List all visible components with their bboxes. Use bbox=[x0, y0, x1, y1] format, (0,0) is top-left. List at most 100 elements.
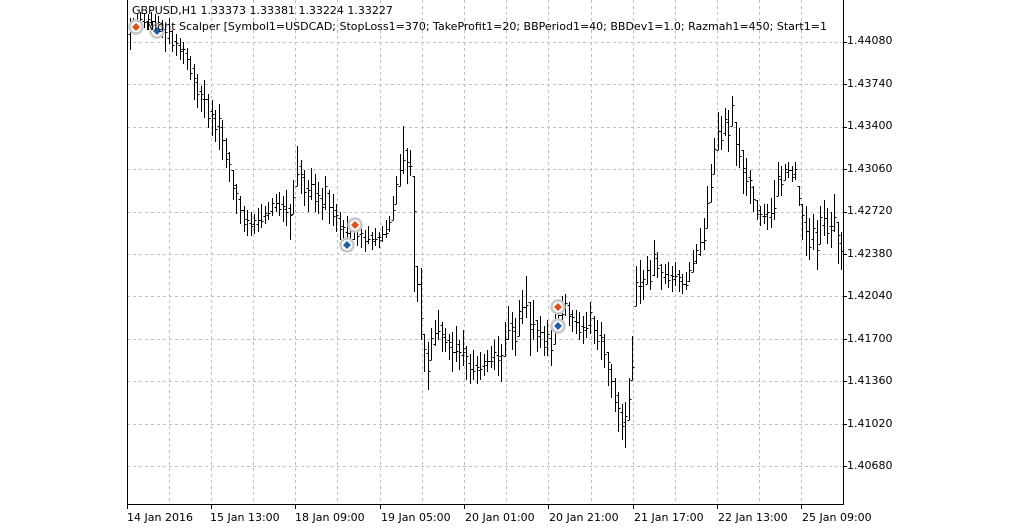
price-bar bbox=[316, 182, 321, 214]
price-label: 1.43400 bbox=[847, 119, 893, 132]
price-label: 1.43060 bbox=[847, 162, 893, 175]
price-bar bbox=[220, 120, 225, 160]
price-bar bbox=[616, 392, 621, 432]
price-bar bbox=[577, 312, 582, 340]
price-bar bbox=[238, 196, 243, 224]
price-label: 1.42040 bbox=[847, 289, 893, 302]
price-bar bbox=[492, 340, 497, 370]
price-bar bbox=[520, 290, 525, 324]
price-bar bbox=[807, 218, 812, 260]
price-bar bbox=[436, 310, 441, 340]
price-bar bbox=[380, 226, 385, 242]
price-bar bbox=[499, 344, 504, 382]
price-bar bbox=[170, 30, 175, 52]
price-bar bbox=[673, 262, 678, 286]
price-bar bbox=[705, 186, 710, 229]
price-bar bbox=[595, 320, 600, 350]
price-bar bbox=[394, 176, 399, 205]
price-bar bbox=[174, 34, 179, 56]
price-bar bbox=[206, 94, 211, 128]
time-label: 20 Jan 21:00 bbox=[549, 511, 619, 524]
price-bar bbox=[655, 252, 660, 278]
price-bar bbox=[719, 116, 724, 150]
price-bar bbox=[323, 176, 328, 210]
price-bar bbox=[181, 42, 186, 64]
price-bar bbox=[450, 332, 455, 372]
price-bar bbox=[295, 146, 300, 187]
price-bar bbox=[266, 202, 271, 220]
buy-arrow-icon bbox=[550, 318, 566, 334]
chart-window[interactable]: GBPUSD,H1 1.33373 1.33381 1.33224 1.3322… bbox=[0, 0, 1012, 531]
price-label: 1.42720 bbox=[847, 204, 893, 217]
price-bar bbox=[513, 318, 518, 356]
time-label: 14 Jan 2016 bbox=[127, 511, 193, 524]
price-bar bbox=[401, 126, 406, 174]
price-bar bbox=[751, 186, 756, 212]
price-bar bbox=[666, 262, 671, 288]
time-label: 25 Jan 09:00 bbox=[802, 511, 872, 524]
price-bar bbox=[570, 310, 575, 332]
price-label: 1.43740 bbox=[847, 77, 893, 90]
expert-advisor-params: Night Scalper [Symbol1=USDCAD; StopLoss1… bbox=[146, 20, 827, 33]
price-bar bbox=[702, 218, 707, 250]
price-bar bbox=[429, 328, 434, 361]
price-bar bbox=[327, 190, 332, 224]
time-label: 22 Jan 13:00 bbox=[718, 511, 788, 524]
price-label: 1.44080 bbox=[847, 34, 893, 47]
price-bar bbox=[687, 262, 692, 282]
price-bar bbox=[202, 80, 207, 118]
price-bar bbox=[797, 186, 802, 206]
price-bar bbox=[818, 206, 823, 245]
price-label: 1.40680 bbox=[847, 459, 893, 472]
price-bar bbox=[188, 56, 193, 80]
sell-arrow-icon bbox=[347, 217, 363, 233]
sell-arrow-icon bbox=[128, 19, 144, 35]
price-bar bbox=[288, 204, 293, 240]
price-bar bbox=[659, 264, 664, 290]
price-bar bbox=[609, 364, 614, 398]
price-bars bbox=[128, 12, 844, 448]
price-bar bbox=[506, 306, 511, 340]
price-bar bbox=[387, 216, 392, 232]
chart-grid bbox=[127, 0, 843, 504]
price-bar bbox=[839, 232, 844, 270]
sell-arrow-icon bbox=[550, 299, 566, 315]
price-bar bbox=[309, 168, 314, 200]
price-bar bbox=[195, 74, 200, 108]
buy-arrow-icon bbox=[339, 237, 355, 253]
price-bar bbox=[634, 266, 639, 307]
price-label: 1.42380 bbox=[847, 247, 893, 260]
time-label: 15 Jan 13:00 bbox=[210, 511, 280, 524]
time-label: 20 Jan 01:00 bbox=[465, 511, 535, 524]
price-bar bbox=[426, 342, 431, 390]
price-bar bbox=[772, 180, 777, 220]
price-bar bbox=[412, 176, 417, 292]
price-bar bbox=[471, 350, 476, 380]
price-bar bbox=[302, 170, 307, 206]
price-bar bbox=[641, 270, 646, 300]
price-label: 1.41700 bbox=[847, 332, 893, 345]
price-bar bbox=[726, 110, 731, 152]
price-bar bbox=[744, 158, 749, 196]
time-label: 19 Jan 05:00 bbox=[381, 511, 451, 524]
price-bar bbox=[779, 166, 784, 196]
price-bar bbox=[259, 204, 264, 228]
price-bar bbox=[464, 346, 469, 380]
price-bar bbox=[627, 378, 632, 421]
price-bar bbox=[584, 312, 589, 338]
time-label: 21 Jan 17:00 bbox=[634, 511, 704, 524]
price-bar bbox=[391, 196, 396, 221]
price-bar bbox=[825, 208, 830, 244]
price-bar bbox=[811, 214, 816, 250]
price-bar bbox=[457, 340, 462, 370]
price-bar bbox=[737, 128, 742, 168]
price-bar bbox=[373, 228, 378, 246]
price-bar bbox=[284, 190, 289, 226]
price-bar bbox=[366, 226, 371, 244]
price-bar bbox=[730, 96, 735, 127]
price-bar bbox=[538, 316, 543, 348]
price-label: 1.41020 bbox=[847, 417, 893, 430]
price-bar bbox=[531, 300, 536, 340]
price-bar bbox=[227, 152, 232, 182]
symbol-info: GBPUSD,H1 1.33373 1.33381 1.33224 1.3322… bbox=[132, 4, 393, 17]
